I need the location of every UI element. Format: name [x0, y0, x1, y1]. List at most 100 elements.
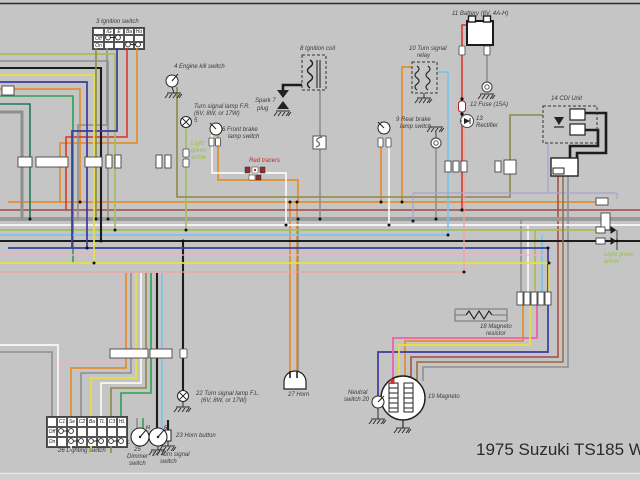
green-wires [0, 96, 151, 428]
magenta-wires [393, 305, 537, 381]
svg-text:H: H [146, 425, 150, 431]
brown-wires [417, 176, 563, 381]
table-header: E [114, 28, 124, 35]
turn-signal-lamp-fl-symbol [174, 349, 191, 412]
teal-wires [0, 104, 30, 219]
label-lighting-switch: 26 Lighting switch [58, 448, 106, 454]
dark-red-wires [0, 176, 640, 381]
black-wires [0, 68, 640, 430]
pink-wires [0, 255, 545, 416]
light-green-arrow-connectors [605, 227, 617, 250]
neutral-switch-symbol [369, 396, 386, 424]
turn-signal-lamp-fr-symbol [181, 117, 192, 168]
label-dimmer-3: switch [129, 461, 146, 467]
table-cell [117, 437, 127, 447]
table-row-label: On [47, 437, 57, 447]
label-light-green-a1: Light [191, 141, 204, 147]
table-header: Ba [124, 28, 134, 35]
table-cell [114, 35, 124, 42]
front-brake-switch-symbol [209, 123, 222, 146]
table-header: C2 [77, 417, 87, 427]
label-resistor-1: 18 Magneto [480, 324, 512, 330]
ignition-coil-symbol [302, 55, 326, 149]
table-cell [97, 427, 107, 437]
table-cell [134, 35, 144, 42]
label-ts-lamp-fl-2: (6V, 8W, or 17W) [201, 398, 247, 404]
table-header: C3 [107, 417, 117, 427]
table-row-label: Off [47, 427, 57, 437]
diagram-title: 1975 Suzuki TS185 Wi [476, 440, 640, 460]
kill-switch-symbol [165, 74, 182, 98]
spark-plug-symbol [274, 90, 291, 116]
label-front-brake-2: lamp switch [228, 134, 259, 140]
label-spark-plug-1: Spark 7 [255, 98, 276, 104]
table-cell [57, 427, 67, 437]
table-cell [104, 35, 114, 42]
label-light-green-b2: arrow [604, 259, 619, 265]
table-cell [47, 417, 57, 427]
table-cell [87, 427, 97, 437]
table-cell [107, 427, 117, 437]
table-cell [77, 437, 87, 447]
table-header: IG [104, 28, 114, 35]
label-magneto: 19 Magneto [428, 394, 460, 400]
red-tracer-markers [245, 167, 265, 180]
magneto-resistor-symbol [455, 311, 507, 319]
label-dimmer-1: 25 [134, 447, 141, 453]
table-cell [97, 437, 107, 447]
label-cdi: 14 CDI Unit [551, 96, 582, 102]
label-battery: 11 Battery (6V, 4A-H) [452, 11, 508, 17]
switch-position-letters: H L R [127, 425, 168, 446]
label-neutral-2: switch 20 [344, 397, 369, 403]
table-cell [104, 42, 114, 49]
battery-symbol [459, 16, 495, 99]
wiring-diagram-page: IG E Ba Ho Off On C1 Se C2 Ba TL C3 HL O… [0, 0, 640, 480]
magneto-symbol [381, 376, 425, 433]
table-cell [67, 437, 77, 447]
table-cell [107, 437, 117, 447]
label-light-green-b1: Light green [604, 252, 634, 258]
table-cell [134, 42, 144, 49]
connector-blocks [2, 86, 610, 358]
label-horn: 27 Horn [288, 392, 309, 398]
rectifier-symbol [461, 115, 474, 128]
gray-thick-wires [0, 112, 22, 219]
label-ts-switch-1: 24 Turn signal [152, 452, 190, 458]
label-ts-lamp-fr-2: (6V, 8W, or 17W) [194, 111, 240, 117]
table-cell [114, 42, 124, 49]
table-header: C1 [57, 417, 67, 427]
table-header: TL [97, 417, 107, 427]
label-kill-switch: 4 Engine kill switch [174, 64, 225, 70]
light-green-wires [0, 54, 598, 293]
label-red-tracers: Red tracers [249, 158, 280, 164]
orange-wires [0, 48, 602, 416]
frame-ground-symbol [427, 127, 444, 148]
fuse-symbol [459, 101, 466, 112]
label-resistor-2: resistor [486, 331, 506, 337]
turn-signal-relay-symbol [412, 62, 437, 103]
gray-wires [0, 25, 568, 428]
olive-wires [96, 48, 543, 453]
label-fuse: 12 Fuse (15A) [470, 102, 508, 108]
lighting-switch-table: C1 Se C2 Ba TL C3 HL Off On [46, 416, 128, 448]
table-cell [87, 437, 97, 447]
table-cell [77, 427, 87, 437]
label-ts-switch-2: switch [160, 459, 177, 465]
rear-brake-switch-symbol [378, 122, 391, 147]
ignition-switch-table: IG E Ba Ho Off On [92, 27, 145, 50]
table-header: HL [117, 417, 127, 427]
table-row-label: Off [93, 35, 104, 42]
table-header: Ba [87, 417, 97, 427]
label-horn-button: 23 Horn button [176, 433, 216, 439]
horn-symbol [284, 371, 306, 389]
label-front-brake-1: 6 Front brake [222, 127, 258, 133]
cdi-unit-symbol [543, 106, 597, 176]
white-wires [0, 135, 640, 453]
label-ignition-coil: 8 Ignition coil [300, 46, 335, 52]
table-cell [93, 28, 104, 35]
label-ts-lamp-fr-3: 5 [194, 118, 197, 124]
page-edges [0, 4, 640, 480]
label-ts-relay-2: relay [417, 53, 430, 59]
yellow-wires [0, 75, 549, 453]
label-ts-lamp-fr-1: Turn signal lamp F.R. [194, 104, 250, 110]
